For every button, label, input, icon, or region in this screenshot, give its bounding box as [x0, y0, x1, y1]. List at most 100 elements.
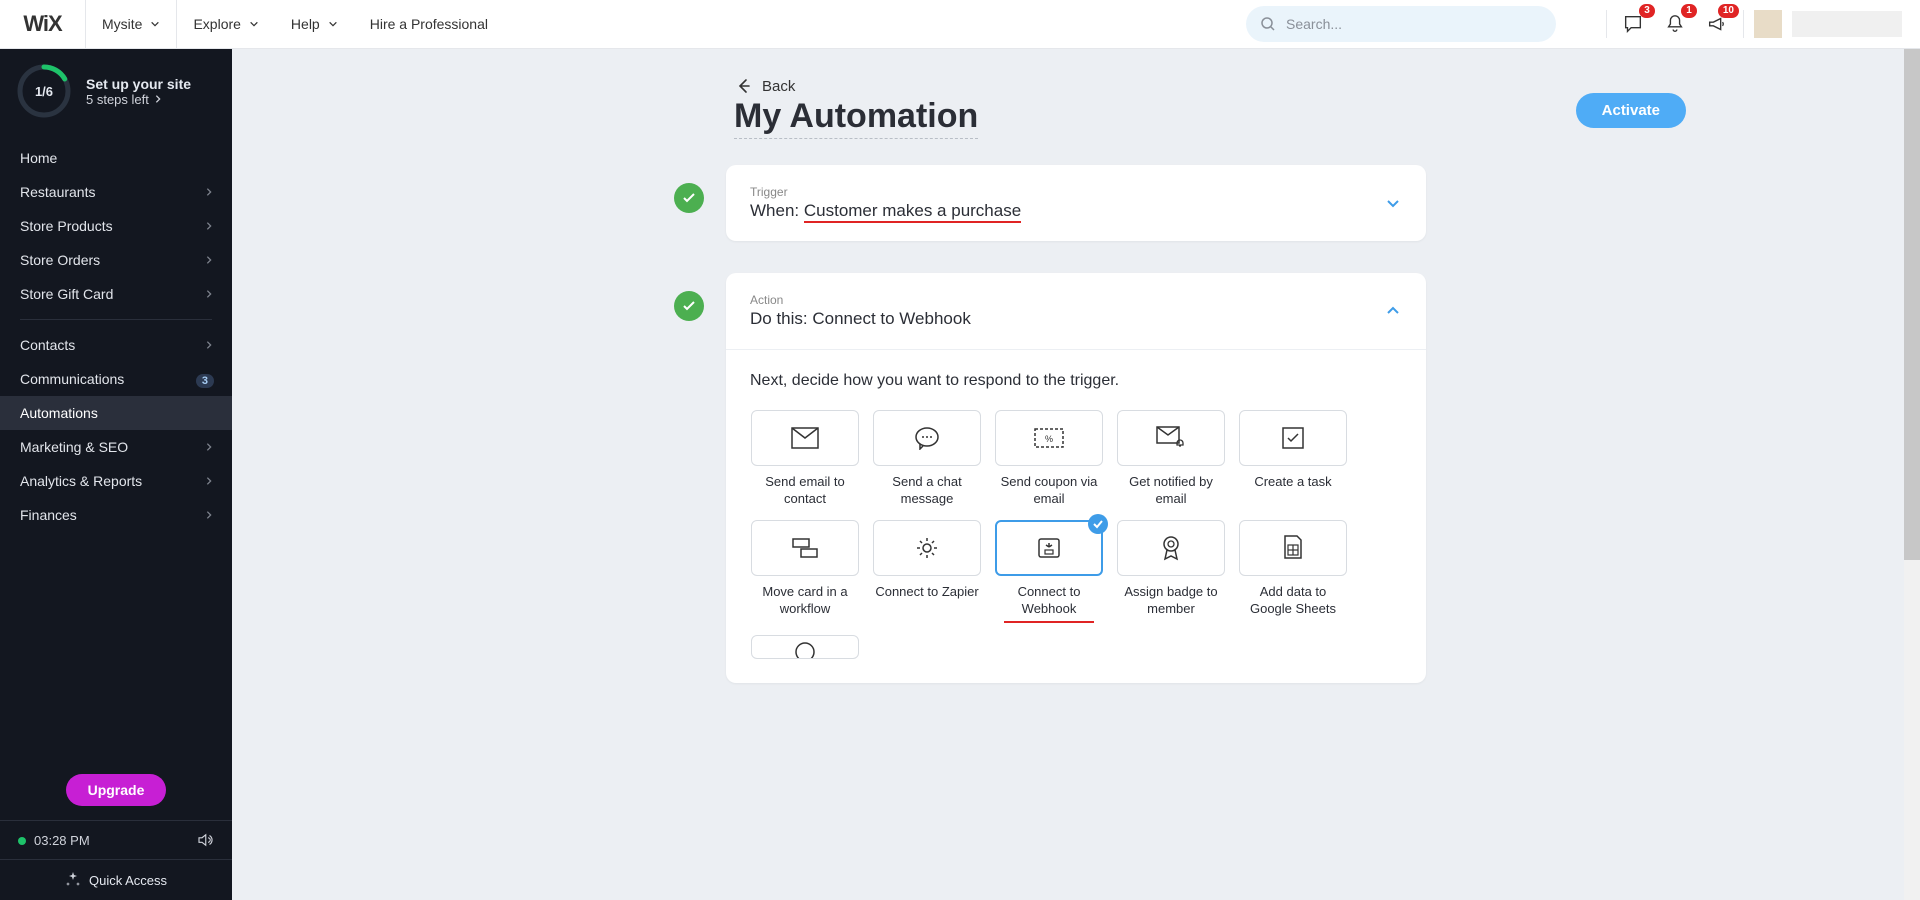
back-label: Back — [762, 78, 795, 95]
hire-link[interactable]: Hire a Professional — [354, 0, 504, 48]
sidebar-item-contacts[interactable]: Contacts — [0, 328, 232, 362]
option-check-icon — [1088, 514, 1108, 534]
page-title[interactable]: My Automation — [734, 97, 978, 139]
avatar[interactable] — [1754, 10, 1782, 38]
action-option-box[interactable] — [1239, 410, 1347, 466]
main-content: Activate Back My Automation — [232, 49, 1920, 900]
action-header[interactable]: Action Do this: Connect to Webhook — [726, 273, 1426, 349]
action-option-add-data-to-google-sheets: Add data to Google Sheets — [1238, 520, 1348, 623]
chat-icon — [913, 426, 941, 450]
action-option-create-a-task: Create a task — [1238, 410, 1348, 508]
help-dropdown[interactable]: Help — [275, 0, 354, 48]
chevron-right-icon — [204, 187, 214, 197]
trigger-check-icon — [674, 183, 704, 213]
profile-name[interactable] — [1792, 11, 1902, 37]
mysite-dropdown[interactable]: Mysite — [86, 0, 177, 48]
activate-button[interactable]: Activate — [1576, 93, 1686, 128]
action-option-connect-to-zapier: Connect to Zapier — [872, 520, 982, 623]
sidebar-nav: HomeRestaurants Store Products Store Order… — [0, 133, 232, 532]
sidebar-item-analytics-reports[interactable]: Analytics & Reports — [0, 464, 232, 498]
bell-badge: 1 — [1681, 4, 1697, 18]
search-input[interactable]: Search... — [1246, 6, 1556, 42]
status-dot-icon — [18, 837, 26, 845]
gear-icon — [915, 536, 939, 560]
volume-icon[interactable] — [196, 831, 214, 849]
status-row: 03:28 PM — [0, 820, 232, 859]
status-time-wrap: 03:28 PM — [18, 833, 90, 848]
chat-badge: 3 — [1639, 4, 1655, 18]
chevron-down-icon — [249, 19, 259, 29]
upgrade-button[interactable]: Upgrade — [66, 774, 167, 806]
svg-text:%: % — [1045, 434, 1053, 444]
action-option-label: Send a chat message — [872, 474, 982, 508]
action-option-label: Connect to Zapier — [875, 584, 978, 601]
announce-icon-button[interactable]: 10 — [1701, 8, 1733, 40]
action-option-box[interactable] — [751, 635, 859, 659]
scrollbar-thumb[interactable] — [1904, 49, 1920, 560]
action-option-box[interactable] — [995, 520, 1103, 576]
option-underline — [1004, 621, 1094, 623]
action-option-box[interactable] — [1117, 410, 1225, 466]
sidebar-item-communications[interactable]: Communications 3 — [0, 362, 232, 396]
sheets-icon — [1282, 535, 1304, 561]
sidebar-item-restaurants[interactable]: Restaurants — [0, 175, 232, 209]
sidebar-item-home[interactable]: Home — [0, 141, 232, 175]
sidebar-item-label: Store Products — [20, 218, 113, 234]
topbar-right: Search... 3 1 10 — [504, 6, 1920, 42]
chevron-right-icon — [204, 510, 214, 520]
action-option-box[interactable] — [873, 410, 981, 466]
action-option-extra — [750, 635, 860, 659]
action-option-box[interactable] — [751, 520, 859, 576]
trigger-title: When: Customer makes a purchase — [750, 201, 1021, 221]
badge-icon — [1159, 534, 1183, 562]
action-option-box[interactable] — [1117, 520, 1225, 576]
setup-progress[interactable]: 1/6 Set up your site 5 steps left — [0, 49, 232, 133]
back-link[interactable]: Back — [734, 77, 1426, 95]
wix-logo[interactable]: WiX — [0, 0, 86, 48]
upgrade-wrap: Upgrade — [0, 752, 232, 820]
sidebar: 1/6 Set up your site 5 steps left HomeRe… — [0, 49, 232, 900]
hire-label: Hire a Professional — [370, 16, 488, 32]
circle-arrow-icon — [793, 640, 817, 659]
explore-label: Explore — [193, 16, 240, 32]
sidebar-item-label: Finances — [20, 507, 77, 523]
bell-icon-button[interactable]: 1 — [1659, 8, 1691, 40]
sidebar-item-finances[interactable]: Finances — [0, 498, 232, 532]
sidebar-item-label: Store Gift Card — [20, 286, 113, 302]
workflow-icon — [791, 537, 819, 559]
trigger-header[interactable]: Trigger When: Customer makes a purchase — [726, 165, 1426, 241]
chevron-up-icon — [1384, 302, 1402, 320]
mailbell-icon — [1156, 426, 1186, 450]
sidebar-item-label: Automations — [20, 405, 98, 421]
nav-separator — [20, 319, 212, 320]
explore-dropdown[interactable]: Explore — [177, 0, 274, 48]
topbar: WiX Mysite Explore Help Hire a Professio… — [0, 0, 1920, 49]
action-helper: Next, decide how you want to respond to … — [750, 372, 1402, 390]
sidebar-item-automations[interactable]: Automations — [0, 396, 232, 430]
action-option-label: Connect to Webhook — [994, 584, 1104, 618]
sidebar-item-store-gift-card[interactable]: Store Gift Card — [0, 277, 232, 311]
action-option-box[interactable] — [1239, 520, 1347, 576]
sidebar-item-store-products[interactable]: Store Products — [0, 209, 232, 243]
action-title: Do this: Connect to Webhook — [750, 309, 971, 329]
action-option-label: Send coupon via email — [994, 474, 1104, 508]
sidebar-item-marketing-seo[interactable]: Marketing & SEO — [0, 430, 232, 464]
sidebar-item-store-orders[interactable]: Store Orders — [0, 243, 232, 277]
nav-badge: 3 — [196, 374, 214, 388]
scrollbar[interactable] — [1904, 49, 1920, 900]
progress-ring: 1/6 — [16, 63, 72, 119]
action-value: Connect to Webhook — [812, 309, 970, 328]
quick-access[interactable]: Quick Access — [0, 859, 232, 900]
action-option-box[interactable] — [873, 520, 981, 576]
action-option-send-a-chat-message: Send a chat message — [872, 410, 982, 508]
sidebar-item-label: Communications — [20, 371, 124, 387]
action-option-box[interactable] — [751, 410, 859, 466]
action-check-icon — [674, 291, 704, 321]
action-option-box[interactable]: % — [995, 410, 1103, 466]
action-card: Action Do this: Connect to Webhook Next,… — [726, 273, 1426, 683]
action-option-label: Send email to contact — [750, 474, 860, 508]
chevron-right-icon — [153, 94, 163, 104]
divider — [1606, 10, 1607, 38]
arrow-left-icon — [734, 77, 752, 95]
chat-icon-button[interactable]: 3 — [1617, 8, 1649, 40]
